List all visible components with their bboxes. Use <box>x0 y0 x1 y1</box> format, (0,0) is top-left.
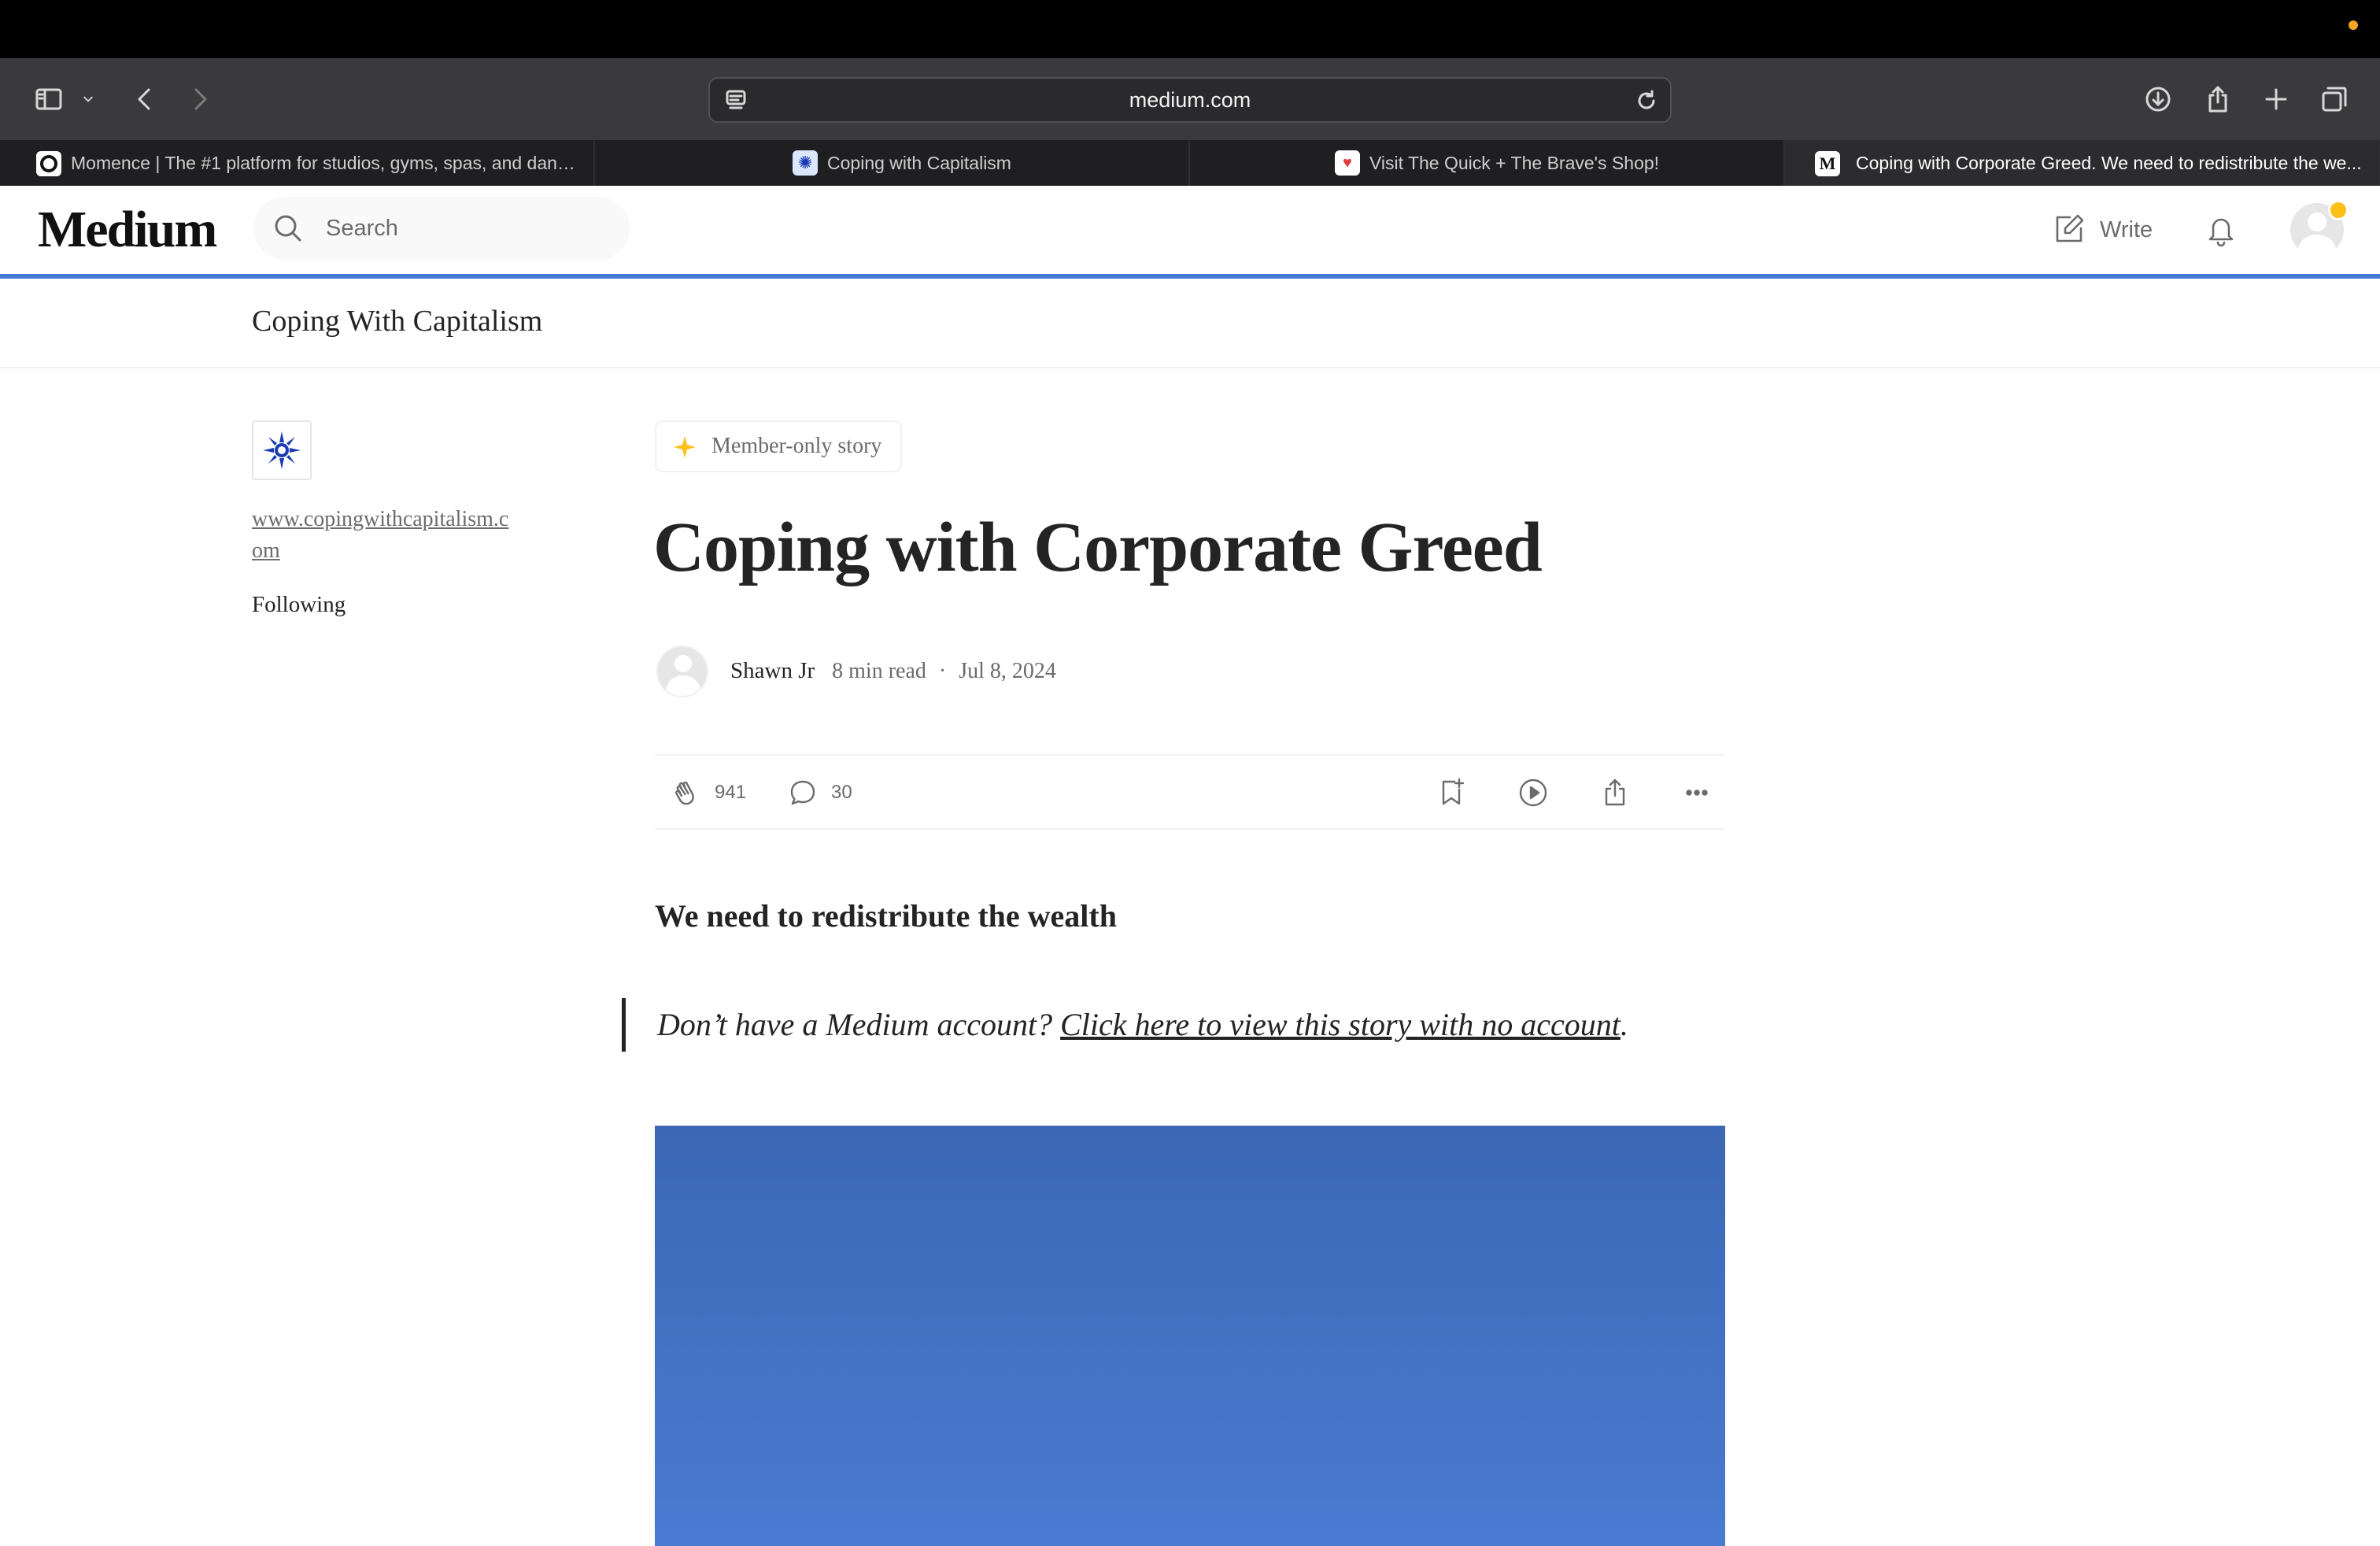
sunburst-logo-icon <box>263 431 301 469</box>
search-input[interactable] <box>326 211 609 246</box>
member-badge-icon <box>2328 200 2349 220</box>
publication-name[interactable]: Coping With Capitalism <box>252 304 542 338</box>
article-meta: Shawn Jr 8 min read · Jul 8, 2024 <box>730 658 1056 684</box>
forward-icon[interactable] <box>179 79 220 120</box>
publication-link[interactable]: www.copingwithcapitalism.com <box>252 504 512 567</box>
article-subtitle: We need to redistribute the wealth <box>655 898 1117 934</box>
site-header: Medium Write <box>0 186 2380 277</box>
tab-title: Coping with Capitalism <box>827 152 1011 173</box>
address-bar[interactable]: medium.com <box>708 77 1672 123</box>
share-story-button[interactable] <box>1598 773 1632 812</box>
friend-link[interactable]: Click here to view this story with no ac… <box>1060 1007 1621 1042</box>
tab-title: Coping with Corporate Greed. We need to … <box>1856 152 2362 173</box>
clap-icon <box>675 781 694 805</box>
momence-icon <box>36 151 61 176</box>
share-icon <box>1605 779 1625 806</box>
clap-button[interactable]: 941 <box>669 773 746 812</box>
write-icon <box>2056 214 2084 242</box>
article-title: Coping with Corporate Greed <box>653 509 1543 586</box>
tab-title: Momence | The #1 platform for studios, g… <box>71 152 578 173</box>
member-only-badge: Member-only story <box>655 420 903 472</box>
publish-date: Jul 8, 2024 <box>959 658 1056 683</box>
tab-shop[interactable]: ♥ Visit The Quick + The Brave's Shop! <box>1190 140 1785 186</box>
publication-bar: Coping With Capitalism <box>0 279 2380 368</box>
publication-logo[interactable] <box>252 420 312 480</box>
medium-logo[interactable]: Medium <box>38 200 217 260</box>
new-tab-icon[interactable] <box>2256 79 2297 120</box>
bookmark-button[interactable] <box>1434 773 1469 812</box>
sidebar-toggle-icon[interactable] <box>28 79 69 120</box>
recording-indicator <box>2349 20 2358 30</box>
responses-button[interactable]: 30 <box>785 773 852 812</box>
share-icon[interactable] <box>2197 79 2238 120</box>
more-options-button[interactable] <box>1680 773 1714 812</box>
search-box[interactable] <box>253 197 630 260</box>
write-label: Write <box>2100 216 2153 242</box>
member-badge-label: Member-only story <box>711 434 882 458</box>
address-url: medium.com <box>1129 88 1251 112</box>
browser-toolbar: medium.com <box>0 58 2380 140</box>
response-count: 30 <box>831 782 852 803</box>
quote-period: . <box>1620 1007 1628 1042</box>
comment-icon <box>790 780 815 805</box>
shop-icon: ♥ <box>1334 150 1360 176</box>
notifications-bell-icon[interactable] <box>2202 211 2240 249</box>
search-icon <box>272 213 304 244</box>
cwc-icon: ✺ <box>793 150 819 176</box>
tab-active-article[interactable]: M Coping with Corporate Greed. We need t… <box>1785 140 2380 186</box>
quote-text: Don’t have a Medium account? <box>657 1007 1061 1042</box>
sparkle-star-icon <box>674 436 696 458</box>
play-icon <box>1519 779 1547 807</box>
article-action-bar: 941 30 <box>655 754 1725 830</box>
bookmark-add-icon <box>1442 778 1465 805</box>
following-button[interactable]: Following <box>252 592 346 618</box>
reload-icon[interactable] <box>1632 87 1661 115</box>
downloads-icon[interactable] <box>2138 79 2179 120</box>
author-name[interactable]: Shawn Jr <box>730 658 815 684</box>
author-avatar[interactable] <box>656 645 708 697</box>
read-time: 8 min read <box>832 658 926 683</box>
medium-icon: M <box>1815 151 1840 176</box>
more-dots-icon <box>1686 790 1708 796</box>
tab-overview-icon[interactable] <box>2314 79 2355 120</box>
system-menubar <box>0 0 2380 58</box>
tab-momence[interactable]: Momence | The #1 platform for studios, g… <box>0 140 595 186</box>
back-icon[interactable] <box>124 79 165 120</box>
tab-title: Visit The Quick + The Brave's Shop! <box>1369 152 1660 173</box>
meta-separator: · <box>938 658 947 683</box>
hero-image <box>655 1126 1725 1546</box>
listen-button[interactable] <box>1516 773 1550 812</box>
tab-bar: Momence | The #1 platform for studios, g… <box>0 140 2380 186</box>
tab-coping-with-capitalism[interactable]: ✺ Coping with Capitalism <box>595 140 1190 186</box>
write-button[interactable]: Write <box>2051 209 2153 250</box>
tab-group-chevron-icon[interactable] <box>72 79 104 120</box>
no-account-quote: Don’t have a Medium account? Click here … <box>622 998 1628 1052</box>
clap-count: 941 <box>715 782 747 803</box>
